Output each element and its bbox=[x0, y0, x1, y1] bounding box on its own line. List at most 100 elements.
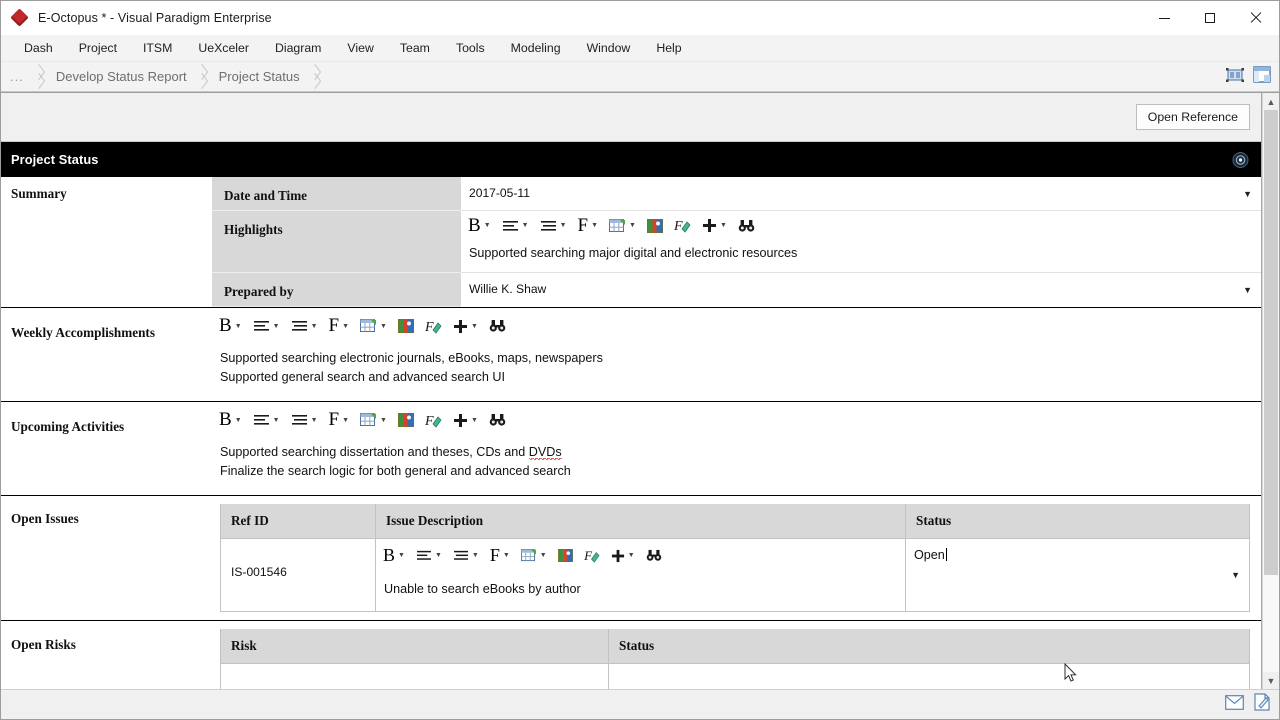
fit-width-icon[interactable] bbox=[1225, 67, 1245, 88]
maximize-icon[interactable] bbox=[1187, 1, 1233, 35]
breadcrumb-item-develop-status-report[interactable]: Develop Status Report bbox=[47, 62, 196, 92]
close-icon[interactable] bbox=[1233, 1, 1279, 35]
rich-text-toolbar-upcoming: B▼ ▼ ▼ F▼ ▼ F ▼ bbox=[212, 402, 1261, 435]
menu-bar: Dash Project ITSM UeXceler Diagram View … bbox=[1, 35, 1279, 62]
list-icon[interactable]: ▼ bbox=[450, 544, 482, 567]
menu-item-uexceler[interactable]: UeXceler bbox=[185, 35, 262, 62]
format-painter-icon[interactable]: F bbox=[671, 214, 694, 237]
table-row: Date and Time 2017-05-11 ▼ bbox=[212, 177, 1261, 211]
chevron-down-icon[interactable]: ▼ bbox=[1231, 570, 1240, 580]
page-title: Project Status bbox=[11, 152, 98, 167]
menu-item-dash[interactable]: Dash bbox=[11, 35, 66, 62]
column-header-risk[interactable]: Risk bbox=[221, 629, 609, 664]
insert-table-icon[interactable]: ▼ bbox=[357, 315, 390, 338]
section-summary: Summary Date and Time 2017-05-11 ▼ bbox=[1, 177, 1261, 308]
open-panel-icon[interactable] bbox=[1253, 66, 1271, 88]
cell-status[interactable]: Open ▼ bbox=[906, 539, 1249, 611]
insert-table-icon[interactable]: ▼ bbox=[518, 544, 550, 567]
table-row: Highlights B▼ ▼ bbox=[212, 211, 1261, 273]
format-painter-icon[interactable]: F bbox=[422, 315, 445, 338]
weekly-accomplishments-text[interactable]: Supported searching electronic journals,… bbox=[212, 341, 1261, 401]
text-line: Finalize the search logic for both gener… bbox=[220, 462, 1253, 481]
insert-table-icon[interactable]: ▼ bbox=[606, 214, 639, 237]
scroll-down-arrow-icon[interactable]: ▼ bbox=[1263, 672, 1279, 689]
cell-risk[interactable] bbox=[221, 663, 609, 689]
prepared-by-field[interactable]: Willie K. Shaw ▼ bbox=[461, 273, 1261, 306]
font-icon[interactable]: F▼ bbox=[575, 214, 602, 237]
menu-item-project[interactable]: Project bbox=[66, 35, 130, 62]
field-value: 2017-05-11 bbox=[469, 186, 530, 200]
menu-item-view[interactable]: View bbox=[334, 35, 386, 62]
find-icon[interactable] bbox=[486, 315, 509, 338]
paragraph-align-icon[interactable]: ▼ bbox=[499, 214, 532, 237]
font-icon[interactable]: F▼ bbox=[487, 544, 513, 567]
insert-image-icon[interactable] bbox=[555, 544, 576, 567]
application-window: E-Octopus * - Visual Paradigm Enterprise… bbox=[0, 0, 1280, 720]
breadcrumb-item-project-status[interactable]: Project Status bbox=[210, 62, 309, 92]
insert-icon[interactable]: ▼ bbox=[608, 544, 638, 567]
table-header-row: Ref ID Issue Description Status bbox=[221, 504, 1250, 539]
column-header-status[interactable]: Status bbox=[906, 504, 1250, 539]
highlights-text[interactable]: Supported searching major digital and el… bbox=[461, 240, 1261, 272]
find-icon[interactable] bbox=[486, 409, 509, 432]
insert-image-icon[interactable] bbox=[395, 315, 417, 338]
cell-status[interactable] bbox=[609, 663, 1250, 689]
menu-item-diagram[interactable]: Diagram bbox=[262, 35, 334, 62]
edit-document-icon[interactable] bbox=[1254, 693, 1271, 716]
paragraph-align-icon[interactable]: ▼ bbox=[413, 544, 445, 567]
chevron-right-icon bbox=[196, 62, 210, 92]
insert-icon[interactable]: ▼ bbox=[450, 315, 481, 338]
target-locate-icon[interactable] bbox=[1232, 151, 1249, 168]
upcoming-activities-text[interactable]: Supported searching dissertation and the… bbox=[212, 435, 1261, 495]
insert-icon[interactable]: ▼ bbox=[699, 214, 730, 237]
font-icon[interactable]: F▼ bbox=[326, 315, 353, 338]
font-icon[interactable]: F▼ bbox=[326, 409, 353, 432]
list-icon[interactable]: ▼ bbox=[537, 214, 570, 237]
date-and-time-field[interactable]: 2017-05-11 ▼ bbox=[461, 177, 1261, 210]
svg-text:F: F bbox=[674, 219, 683, 233]
scrollbar-thumb[interactable] bbox=[1264, 110, 1278, 575]
format-painter-icon[interactable]: F bbox=[422, 409, 445, 432]
chevron-down-icon[interactable]: ▼ bbox=[1243, 285, 1252, 295]
find-icon[interactable] bbox=[735, 214, 758, 237]
status-value: Open bbox=[914, 548, 945, 562]
menu-item-window[interactable]: Window bbox=[574, 35, 644, 62]
bold-icon[interactable]: B▼ bbox=[380, 544, 408, 567]
scroll-up-arrow-icon[interactable]: ▲ bbox=[1263, 93, 1279, 110]
bold-icon[interactable]: B▼ bbox=[216, 315, 245, 338]
insert-icon[interactable]: ▼ bbox=[450, 409, 481, 432]
find-icon[interactable] bbox=[643, 544, 665, 567]
breadcrumb-label: Project Status bbox=[210, 69, 309, 84]
paragraph-align-icon[interactable]: ▼ bbox=[250, 315, 283, 338]
scrollbar-track[interactable] bbox=[1263, 110, 1279, 672]
insert-image-icon[interactable] bbox=[644, 214, 666, 237]
column-header-issue-description[interactable]: Issue Description bbox=[376, 504, 906, 539]
cell-ref-id[interactable]: IS-001546 bbox=[221, 539, 375, 591]
insert-image-icon[interactable] bbox=[395, 409, 417, 432]
section-label: Open Risks bbox=[1, 621, 212, 690]
minimize-icon[interactable] bbox=[1141, 1, 1187, 35]
column-header-status[interactable]: Status bbox=[609, 629, 1250, 664]
cell-issue-description[interactable]: Unable to search eBooks by author bbox=[376, 570, 905, 611]
list-icon[interactable]: ▼ bbox=[288, 409, 321, 432]
format-painter-icon[interactable]: F bbox=[581, 544, 603, 567]
bold-icon[interactable]: B▼ bbox=[465, 214, 494, 237]
bold-icon[interactable]: B▼ bbox=[216, 409, 245, 432]
content-area: Open Reference Project Status Summary bbox=[1, 92, 1279, 689]
menu-item-modeling[interactable]: Modeling bbox=[498, 35, 574, 62]
open-reference-button[interactable]: Open Reference bbox=[1136, 104, 1250, 130]
column-header-ref-id[interactable]: Ref ID bbox=[221, 504, 376, 539]
menu-item-itsm[interactable]: ITSM bbox=[130, 35, 185, 62]
table-row: Prepared by Willie K. Shaw ▼ bbox=[212, 273, 1261, 307]
list-icon[interactable]: ▼ bbox=[288, 315, 321, 338]
menu-item-team[interactable]: Team bbox=[387, 35, 443, 62]
breadcrumb-item-ellipsis[interactable]: ... bbox=[1, 62, 33, 92]
menu-item-tools[interactable]: Tools bbox=[443, 35, 498, 62]
mail-icon[interactable] bbox=[1225, 695, 1244, 715]
menu-item-help[interactable]: Help bbox=[643, 35, 694, 62]
insert-table-icon[interactable]: ▼ bbox=[357, 409, 390, 432]
section-open-issues: Open Issues Ref ID Issue Description Sta… bbox=[1, 496, 1261, 621]
vertical-scrollbar[interactable]: ▲ ▼ bbox=[1262, 93, 1279, 689]
paragraph-align-icon[interactable]: ▼ bbox=[250, 409, 283, 432]
chevron-down-icon[interactable]: ▼ bbox=[1243, 189, 1252, 199]
